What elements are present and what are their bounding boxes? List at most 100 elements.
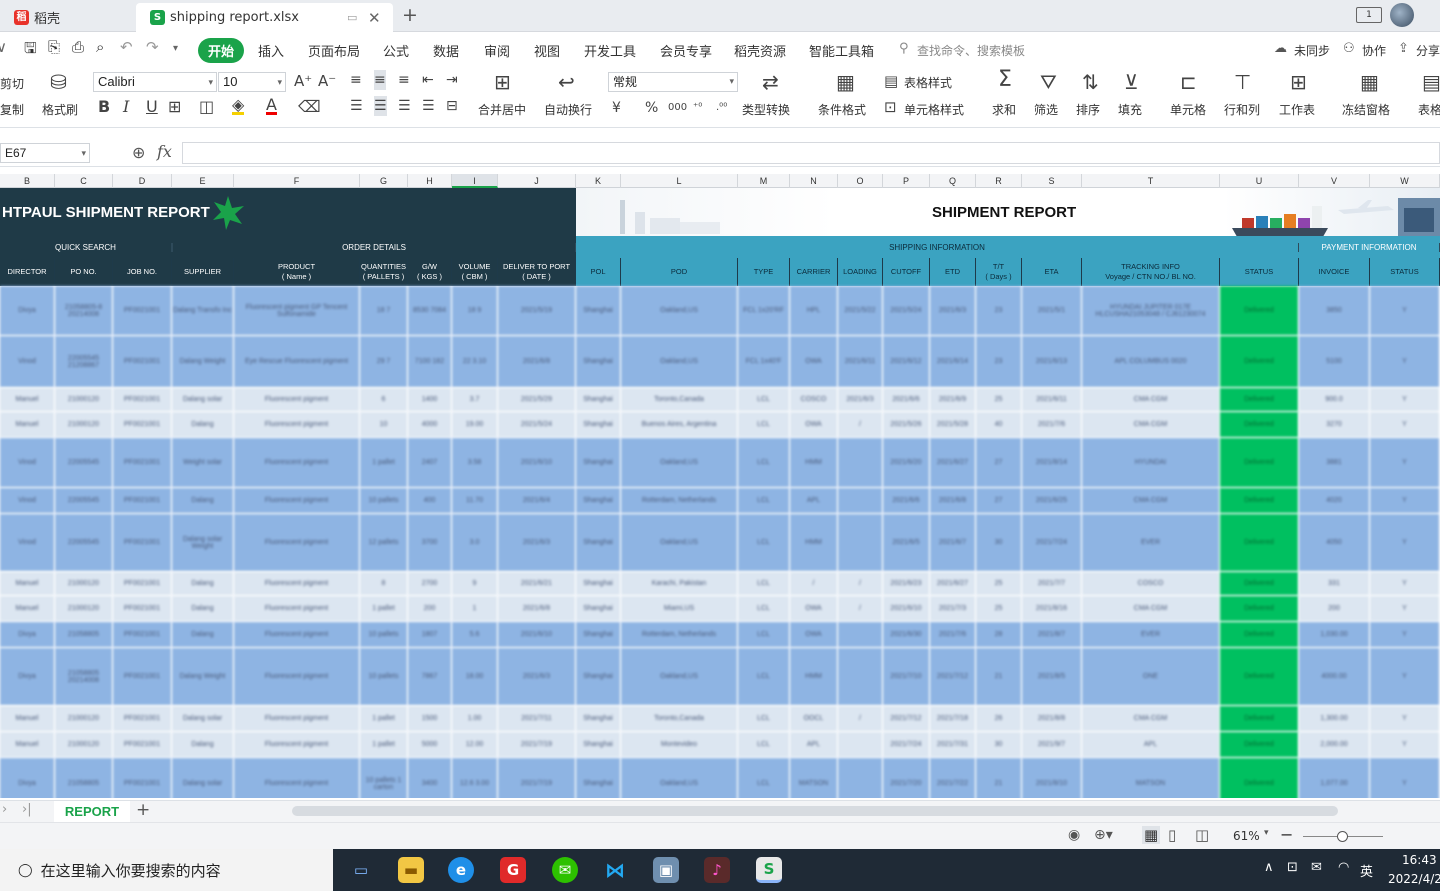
table-cell[interactable]: EVER — [1082, 622, 1220, 648]
table-cell[interactable]: Fluorescent pigment — [234, 514, 360, 572]
decimal-decrease-icon[interactable]: .⁰⁰ — [716, 98, 727, 118]
table-cell[interactable]: 2021/6/3 — [930, 286, 976, 336]
table-cell[interactable]: Y — [1370, 732, 1440, 758]
save-icon[interactable]: 🖫 — [24, 38, 37, 63]
undo-icon[interactable]: ↶ — [120, 38, 133, 56]
table-cell[interactable]: Y — [1370, 758, 1440, 798]
last-sheet-icon[interactable]: ›| — [22, 802, 32, 817]
table-cell[interactable]: 2021/7/20 — [883, 758, 930, 798]
table-cell[interactable]: PF0021001 — [113, 596, 172, 622]
font-name-select[interactable]: Calibri — [93, 72, 217, 92]
table-cell[interactable]: 27 — [976, 438, 1022, 488]
table-cell[interactable]: 200 — [1299, 596, 1370, 622]
table-cell[interactable]: APL — [1082, 732, 1220, 758]
distributed-icon[interactable]: ⊟ — [446, 96, 458, 116]
status-badge[interactable]: Delivered — [1220, 758, 1299, 798]
table-cell[interactable] — [838, 514, 883, 572]
table-cell[interactable]: Vinod — [0, 488, 55, 514]
table-cell[interactable]: 2021/5/24 — [883, 286, 930, 336]
table-cell[interactable]: 19.00 — [452, 412, 498, 438]
status-badge[interactable]: Delivered — [1220, 488, 1299, 514]
table-cell[interactable]: Manuel — [0, 706, 55, 732]
table-cell[interactable]: Oakland,US — [621, 648, 738, 706]
table-cell[interactable]: CMA CGM — [1082, 388, 1220, 412]
table-cell[interactable]: Shanghai — [576, 488, 621, 514]
table-cell[interactable]: Y — [1370, 438, 1440, 488]
table-cell[interactable]: Montevideo — [621, 732, 738, 758]
table-cell[interactable]: CMA CGM — [1082, 412, 1220, 438]
table-cell[interactable] — [838, 648, 883, 706]
indent-decrease-icon[interactable]: ⇤ — [422, 70, 434, 90]
input-method-icon[interactable]: ⊕▾ — [1094, 827, 1113, 843]
column-header-l[interactable]: L — [621, 174, 738, 188]
table-cell[interactable]: 2021/6/27 — [930, 572, 976, 596]
table-cell[interactable]: 2021/6/8 — [498, 596, 576, 622]
table-cell[interactable]: 12.6 3.00 — [452, 758, 498, 798]
menu-smart-toolbox[interactable]: 智能工具箱 — [809, 41, 874, 60]
underline-icon[interactable]: U — [146, 97, 158, 117]
table-cell[interactable]: 2021/7/12 — [883, 706, 930, 732]
column-header-q[interactable]: Q — [930, 174, 976, 188]
table-cell[interactable]: 22005545 — [55, 514, 113, 572]
sheet-tab-report[interactable]: REPORT — [54, 801, 130, 822]
table-cell[interactable]: 2021/5/22 — [838, 286, 883, 336]
row-col-button[interactable]: 行和列 — [1224, 101, 1260, 118]
table-cell[interactable]: Shanghai — [576, 732, 621, 758]
table-cell[interactable]: HYUNDAI — [1082, 438, 1220, 488]
table-cell[interactable]: PF0021001 — [113, 438, 172, 488]
table-cell[interactable]: Dalang Weight — [172, 336, 234, 388]
table-cell[interactable]: Divya — [0, 286, 55, 336]
eye-protect-icon[interactable]: ◉ — [1068, 827, 1080, 843]
table-cell[interactable]: Oakland,US — [621, 336, 738, 388]
table-cell[interactable]: 2021/7/6 — [1022, 412, 1082, 438]
table-cell[interactable]: 2021/6/14 — [930, 336, 976, 388]
table-cell[interactable]: PF0021001 — [113, 706, 172, 732]
table-cell[interactable]: 30 — [976, 732, 1022, 758]
table-cell[interactable]: 2021/6/7 — [930, 514, 976, 572]
fx-icon[interactable]: fx — [157, 142, 172, 161]
table-cell[interactable]: 23 — [976, 286, 1022, 336]
table-cell[interactable]: 25 — [976, 388, 1022, 412]
table-cell[interactable]: Dalang — [172, 412, 234, 438]
horizontal-scrollbar[interactable] — [292, 806, 1338, 816]
table-cell[interactable]: Divya — [0, 622, 55, 648]
column-header-e[interactable]: E — [172, 174, 234, 188]
table-cell[interactable]: / — [838, 572, 883, 596]
table-cell[interactable]: 10 pallets — [360, 488, 408, 514]
wechat-icon[interactable]: ✉ — [552, 857, 578, 883]
menu-data[interactable]: 数据 — [433, 41, 459, 60]
table-cell[interactable]: Oakland,US — [621, 438, 738, 488]
border-icon[interactable]: ⊞ — [168, 97, 181, 117]
align-bottom-icon[interactable]: ≡ — [398, 70, 410, 90]
indent-increase-icon[interactable]: ⇥ — [446, 70, 458, 90]
table-cell[interactable]: 22 3.10 — [452, 336, 498, 388]
table-cell[interactable]: 4000 — [408, 412, 452, 438]
table-cell[interactable]: 40 — [976, 412, 1022, 438]
table-cell[interactable]: Shanghai — [576, 514, 621, 572]
zoom-search-icon[interactable]: ⊕ — [132, 143, 145, 162]
task-view-icon[interactable]: ▭ — [348, 857, 374, 883]
align-middle-icon[interactable]: ≡ — [374, 70, 386, 90]
status-badge[interactable]: Delivered — [1220, 648, 1299, 706]
menu-insert[interactable]: 插入 — [258, 41, 284, 60]
export-icon[interactable]: ⎘ — [48, 38, 60, 56]
font-grow-icon[interactable]: A⁺ — [294, 71, 312, 91]
table-cell[interactable]: Fluorescent pigment — [234, 488, 360, 514]
table-cell[interactable]: Manuel — [0, 732, 55, 758]
sum-button[interactable]: 求和 — [992, 101, 1016, 118]
table-cell[interactable]: HMM — [790, 648, 838, 706]
sort-button[interactable]: 排序 — [1076, 101, 1100, 118]
table-cell[interactable]: LCL — [738, 758, 790, 798]
table-cell[interactable]: PF0021001 — [113, 758, 172, 798]
conditional-format-button[interactable]: 条件格式 — [818, 101, 866, 118]
table-cell[interactable]: 8 — [360, 572, 408, 596]
menu-review[interactable]: 审阅 — [484, 41, 510, 60]
menu-start[interactable]: 开始 — [198, 38, 245, 63]
status-badge[interactable]: Delivered — [1220, 286, 1299, 336]
font-color-icon[interactable]: A — [266, 97, 277, 115]
menu-member[interactable]: 会员专享 — [660, 41, 712, 60]
table-cell[interactable]: 21000120 — [55, 572, 113, 596]
table-cell[interactable]: FCL 1x20'RF — [738, 286, 790, 336]
table-cell[interactable]: 2021/6/23 — [883, 572, 930, 596]
table-cell[interactable]: MATSON — [790, 758, 838, 798]
